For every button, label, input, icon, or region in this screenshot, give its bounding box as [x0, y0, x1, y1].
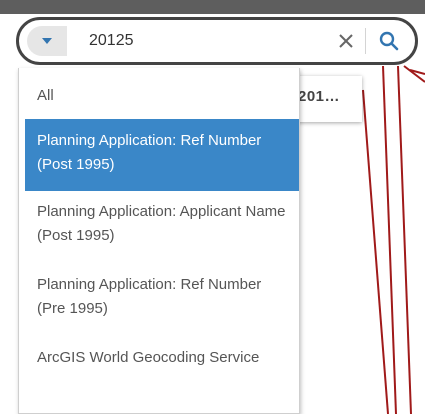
suggestion-text: 201… — [298, 88, 341, 105]
dropdown-item-arcgis-geocoding[interactable]: ArcGIS World Geocoding Service — [25, 346, 299, 370]
road-line — [397, 65, 412, 414]
caret-down-icon — [42, 38, 52, 44]
search-icon — [379, 31, 399, 51]
clear-button[interactable] — [329, 26, 363, 56]
dropdown-item-all[interactable]: All — [25, 84, 299, 108]
close-icon — [339, 34, 353, 48]
source-dropdown-menu: All Planning Application: Ref Number (Po… — [18, 68, 300, 414]
source-dropdown-toggle[interactable] — [27, 26, 67, 56]
search-input[interactable] — [77, 26, 335, 56]
road-line — [362, 89, 389, 414]
dropdown-item-ref-number-pre-1995[interactable]: Planning Application: Ref Number (Pre 19… — [25, 273, 299, 321]
dropdown-item-applicant-name-post-1995[interactable]: Planning Application: Applicant Name (Po… — [25, 200, 299, 248]
dropdown-item-ref-number-post-1995[interactable]: Planning Application: Ref Number (Post 1… — [25, 119, 299, 191]
search-button[interactable] — [369, 24, 409, 58]
divider — [365, 28, 366, 54]
search-bar — [16, 17, 418, 65]
